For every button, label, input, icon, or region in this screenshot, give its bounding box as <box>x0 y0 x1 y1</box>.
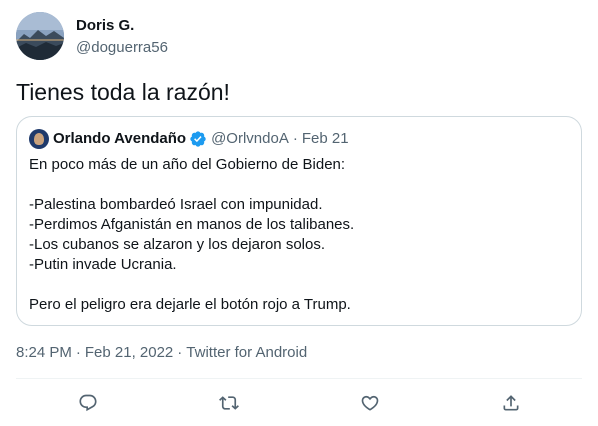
share-button[interactable] <box>497 389 525 417</box>
author-avatar[interactable] <box>16 12 64 60</box>
tweet-time[interactable]: 8:24 PM <box>16 344 72 361</box>
author-info[interactable]: Doris G. @doguerra56 <box>76 16 168 58</box>
quoted-line: Pero el peligro era dejarle el botón roj… <box>29 296 351 313</box>
quoted-line: -Los cubanos se alzaron y los dejaron so… <box>29 236 326 253</box>
mountain-landscape-avatar-icon <box>16 12 64 60</box>
retweet-button[interactable] <box>215 389 243 417</box>
quoted-tweet-header: Orlando Avendaño @OrlvndoA · Feb 21 <box>29 129 569 149</box>
like-button[interactable] <box>356 389 384 417</box>
quoted-line <box>29 275 569 295</box>
action-bar <box>16 380 582 426</box>
quoted-line: -Perdimos Afganistán en manos de los tal… <box>29 216 355 233</box>
verified-badge-icon <box>189 130 207 148</box>
divider <box>16 378 582 379</box>
quoted-author-name: Orlando Avendaño <box>53 130 187 147</box>
reply-button[interactable] <box>74 389 102 417</box>
separator-dot: · <box>75 344 81 361</box>
quoted-tweet[interactable]: Orlando Avendaño @OrlvndoA · Feb 21 En p… <box>16 116 582 326</box>
like-icon <box>361 395 379 411</box>
quoted-line: En poco más de un año del Gobierno de Bi… <box>29 156 346 173</box>
quoted-tweet-text: En poco más de un año del Gobierno de Bi… <box>29 155 569 315</box>
quoted-author-avatar <box>29 129 49 149</box>
author-handle[interactable]: @doguerra56 <box>76 38 168 58</box>
reply-icon <box>79 394 97 412</box>
share-icon <box>503 395 519 411</box>
quoted-line: -Putin invade Ucrania. <box>29 256 177 273</box>
tweet-date[interactable]: Feb 21, 2022 <box>85 344 173 361</box>
retweet-icon <box>219 396 239 410</box>
tweet-text: Tienes toda la razón! <box>16 79 230 105</box>
tweet-source: Twitter for Android <box>186 344 308 361</box>
quoted-line: -Palestina bombardeó Israel con impunida… <box>29 196 323 213</box>
quoted-line <box>29 175 569 195</box>
quoted-author-handle: @OrlvndoA <box>211 130 289 147</box>
separator-dot: · <box>292 130 298 147</box>
quoted-date: Feb 21 <box>301 130 349 147</box>
tweet-meta: 8:24 PM · Feb 21, 2022 · Twitter for Android <box>16 343 307 363</box>
separator-dot: · <box>177 344 183 361</box>
author-name[interactable]: Doris G. <box>76 16 168 36</box>
